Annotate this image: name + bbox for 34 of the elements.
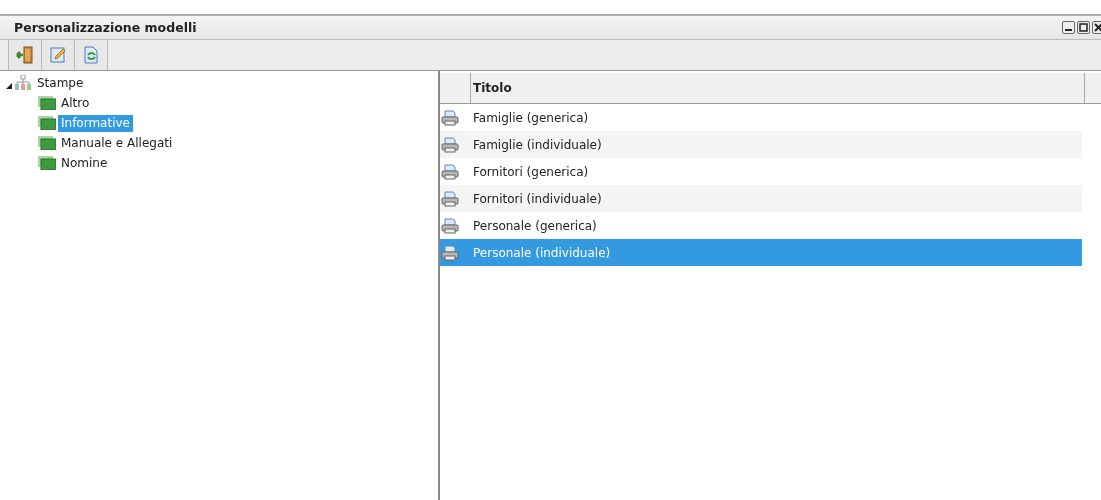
table-cell: Famiglie (generica) [473,110,589,125]
printer-icon [441,244,459,261]
printer-icon [441,109,459,126]
table-cell: Personale (generica) [473,218,597,233]
table-row[interactable]: Fornitori (individuale) [440,185,1082,212]
document-refresh-icon [82,46,100,64]
exit-button[interactable] [8,40,42,70]
folder-icon [38,116,56,130]
minimize-button[interactable] [1062,21,1075,34]
printer-icon [441,136,459,153]
printer-icon [441,163,459,180]
maximize-icon [1079,23,1088,32]
close-icon [1094,23,1101,32]
hierarchy-icon [14,75,32,91]
folder-icon [38,156,56,170]
printer-icon [441,217,459,234]
table-cell: Famiglie (individuale) [473,137,602,152]
table-cell: Fornitori (individuale) [473,191,602,206]
folder-icon [38,96,56,110]
table-cell: Personale (individuale) [473,245,611,260]
table-row[interactable]: Famiglie (individuale) [440,131,1082,158]
window-title: Personalizzazione modelli [14,20,197,35]
door-icon [16,46,34,64]
printer-icon [441,190,459,207]
tree-item[interactable]: Manuale e Allegati [58,134,176,152]
maximize-button[interactable] [1077,21,1090,34]
tree-item[interactable]: Stampe [34,74,87,92]
table-cell: Fornitori (generica) [473,164,589,179]
tree-item[interactable]: Nomine [58,154,111,172]
folder-icon [38,136,56,150]
pencil-icon [49,46,67,64]
expander-icon[interactable] [6,83,12,89]
tree-item[interactable]: Altro [58,94,93,112]
refresh-button[interactable] [74,40,108,70]
